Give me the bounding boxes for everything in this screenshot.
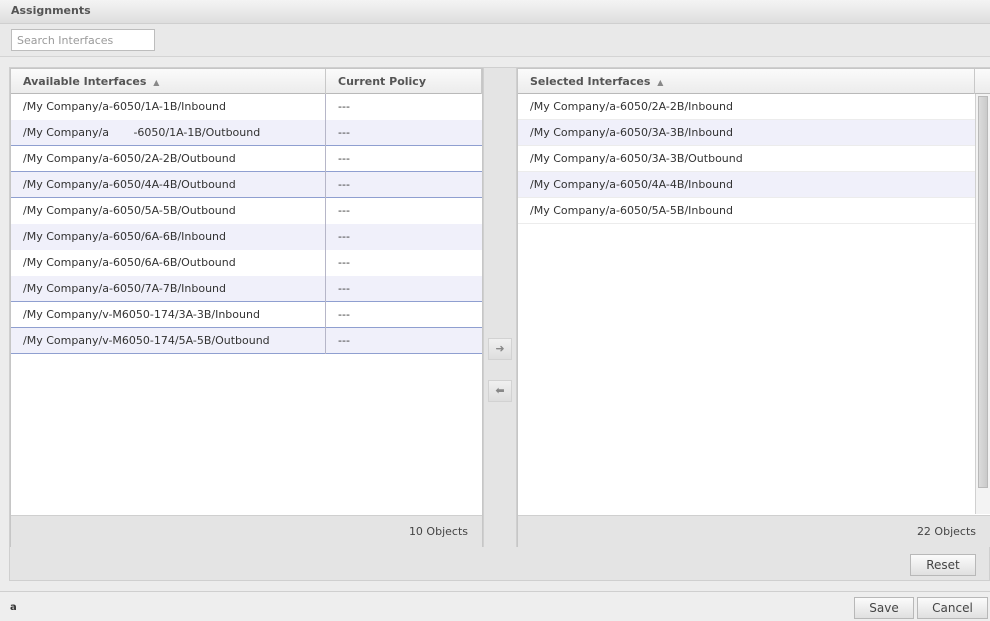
table-row[interactable]: /My Company/a -6050/1A-1B/Outbound --- — [11, 120, 482, 146]
interface-name-cell: /My Company/a-6050/5A-5B/Outbound — [23, 204, 236, 217]
interface-name-cell: /My Company/v-M6050-174/5A-5B/Outbound — [23, 334, 270, 347]
table-row[interactable]: /My Company/a-6050/1A-1B/Inbound --- — [11, 94, 482, 120]
scrollbar-thumb[interactable] — [978, 96, 988, 488]
interface-name-cell: /My Company/a-6050/3A-3B/Inbound — [530, 126, 734, 139]
table-row[interactable]: /My Company/a-6050/6A-6B/Inbound --- — [11, 224, 482, 250]
table-row[interactable]: /My Company/a-6050/5A-5B/Outbound --- — [11, 198, 482, 224]
available-count: 10 Objects — [408, 525, 468, 538]
current-policy-cell: --- — [325, 328, 482, 354]
selected-grid-header: Selected Interfaces ▲ — [518, 69, 990, 94]
remove-from-selected-button[interactable]: ⬅ — [488, 380, 512, 402]
current-policy-cell: --- — [325, 120, 482, 146]
search-bar — [0, 24, 990, 57]
reset-button[interactable]: Reset — [910, 554, 976, 576]
window-titlebar: Assignments — [0, 0, 990, 24]
arrow-right-icon: ➜ — [495, 342, 505, 355]
arrow-left-icon: ⬅ — [495, 384, 505, 397]
interface-name-cell: /My Company/a-6050/7A-7B/Inbound — [23, 282, 227, 295]
interface-name-cell: /My Company/a-6050/1A-1B/Inbound — [23, 100, 227, 113]
current-policy-cell: --- — [325, 276, 482, 302]
column-header-selected-interfaces[interactable]: Selected Interfaces ▲ — [518, 69, 975, 94]
interface-name-cell: /My Company/a-6050/4A-4B/Inbound — [530, 178, 734, 191]
table-row[interactable]: /My Company/a-6050/3A-3B/Outbound — [518, 146, 975, 172]
table-row[interactable]: /My Company/a-6050/7A-7B/Inbound --- — [11, 276, 482, 302]
table-row[interactable]: /My Company/a-6050/5A-5B/Inbound — [518, 198, 975, 224]
selected-interfaces-grid: Selected Interfaces ▲ /My Company/a-6050… — [517, 68, 990, 547]
dialog-footer: a Save Cancel — [0, 591, 990, 621]
current-policy-cell: --- — [325, 198, 482, 224]
current-policy-cell: --- — [325, 250, 482, 276]
search-input[interactable] — [11, 29, 155, 51]
interface-name-cell: /My Company/a-6050/2A-2B/Inbound — [530, 100, 734, 113]
table-row[interactable]: /My Company/a-6050/4A-4B/Outbound --- — [11, 172, 482, 198]
current-policy-cell: --- — [325, 302, 482, 328]
selected-scrollbar[interactable] — [975, 94, 990, 514]
interface-name-cell: /My Company/a-6050/6A-6B/Inbound — [23, 230, 227, 243]
interface-name-cell: /My Company/a -6050/1A-1B/Outbound — [23, 126, 261, 139]
assignments-panel: Available Interfaces ▲ Current Policy /M… — [9, 67, 990, 581]
window-title: Assignments — [11, 4, 91, 17]
add-to-selected-button[interactable]: ➜ — [488, 338, 512, 360]
interface-name-cell: /My Company/a-6050/5A-5B/Inbound — [530, 204, 734, 217]
interface-name-cell: /My Company/a-6050/6A-6B/Outbound — [23, 256, 236, 269]
available-footer: 10 Objects — [11, 515, 482, 547]
cancel-button[interactable]: Cancel — [917, 597, 988, 619]
current-policy-cell: --- — [325, 172, 482, 198]
interface-name-cell: /My Company/a-6050/4A-4B/Outbound — [23, 178, 236, 191]
sort-up-icon: ▲ — [153, 78, 160, 87]
available-grid-header: Available Interfaces ▲ Current Policy — [11, 69, 482, 94]
table-row[interactable]: /My Company/a-6050/3A-3B/Inbound — [518, 120, 975, 146]
column-header-available-interfaces[interactable]: Available Interfaces ▲ — [11, 69, 326, 94]
interface-name-cell: /My Company/a-6050/2A-2B/Outbound — [23, 152, 236, 165]
interface-name-cell: /My Company/a-6050/3A-3B/Outbound — [530, 152, 743, 165]
table-row[interactable]: /My Company/a-6050/4A-4B/Inbound — [518, 172, 975, 198]
table-row[interactable]: /My Company/v-M6050-174/5A-5B/Outbound --… — [11, 328, 482, 354]
sort-up-icon: ▲ — [657, 78, 664, 87]
available-interfaces-grid: Available Interfaces ▲ Current Policy /M… — [10, 68, 483, 547]
column-label: Current Policy — [338, 75, 426, 88]
selected-footer: 22 Objects — [518, 515, 990, 547]
column-label: Selected Interfaces — [530, 75, 651, 88]
status-text: a — [10, 602, 17, 613]
current-policy-cell: --- — [325, 224, 482, 250]
column-header-current-policy[interactable]: Current Policy — [326, 69, 482, 94]
table-row[interactable]: /My Company/a-6050/2A-2B/Outbound --- — [11, 146, 482, 172]
selected-count: 22 Objects — [916, 525, 976, 538]
table-row[interactable]: /My Company/a-6050/6A-6B/Outbound --- — [11, 250, 482, 276]
table-row[interactable]: /My Company/a-6050/2A-2B/Inbound — [518, 94, 975, 120]
current-policy-cell: --- — [325, 94, 482, 120]
table-row[interactable]: /My Company/v-M6050-174/3A-3B/Inbound --- — [11, 302, 482, 328]
interface-name-cell: /My Company/v-M6050-174/3A-3B/Inbound — [23, 308, 260, 321]
transfer-column: ➜ ⬅ — [483, 68, 517, 547]
save-button[interactable]: Save — [854, 597, 914, 619]
current-policy-cell: --- — [325, 146, 482, 172]
column-label: Available Interfaces — [23, 75, 147, 88]
